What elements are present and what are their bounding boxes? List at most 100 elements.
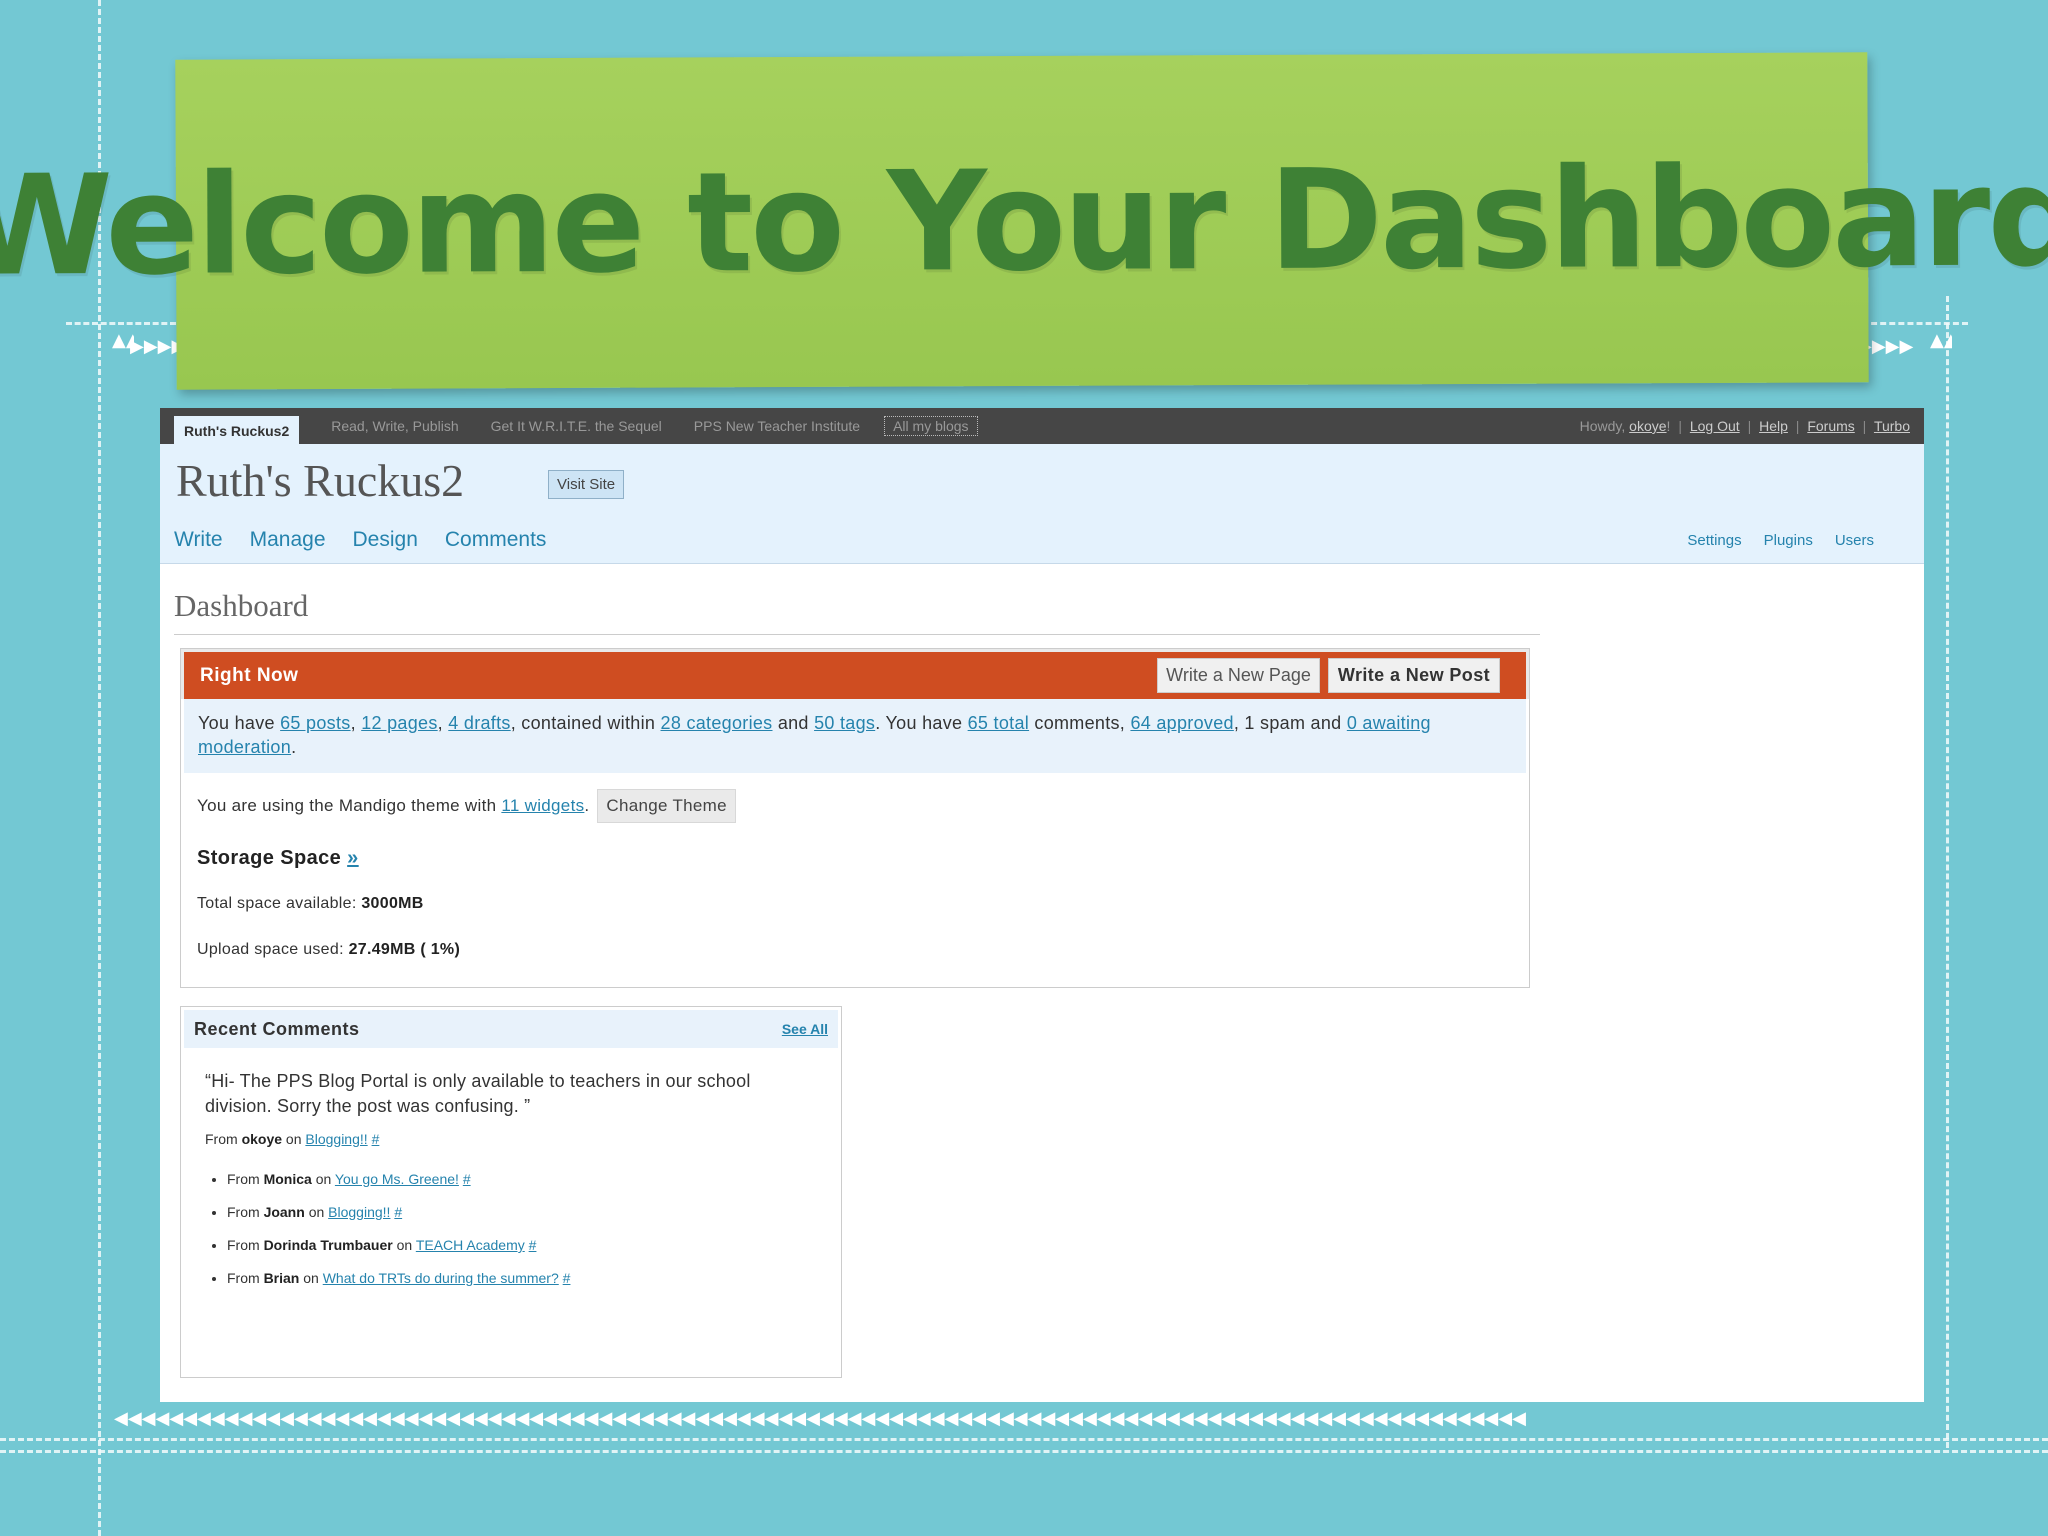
on-label: on	[396, 1237, 413, 1253]
from-label: From	[227, 1237, 260, 1253]
comment-author: Joann	[263, 1204, 305, 1220]
admin-bar-current-blog[interactable]: Ruth's Ruckus2	[174, 415, 300, 445]
title-divider	[174, 634, 1540, 635]
forums-link[interactable]: Forums	[1807, 418, 1854, 434]
side-menu: Settings Plugins Users	[1665, 532, 1874, 549]
comment-post-link[interactable]: What do TRTs do during the summer?	[323, 1270, 559, 1286]
summary-text: .	[291, 737, 297, 757]
admin-bar-blog-1[interactable]: Read, Write, Publish	[331, 418, 458, 434]
comment-permalink[interactable]: #	[563, 1270, 571, 1286]
storage-space-link[interactable]: »	[347, 847, 359, 869]
list-item: From Monica on You go Ms. Greene! #	[227, 1171, 570, 1204]
list-item: From Joann on Blogging!! #	[227, 1204, 570, 1237]
all-my-blogs-link[interactable]: All my blogs	[884, 416, 978, 436]
upload-space-used: Upload space used: 27.49MB ( 1%)	[197, 941, 460, 959]
visit-site-button[interactable]: Visit Site	[548, 470, 625, 499]
posts-link[interactable]: 65 posts	[280, 713, 350, 733]
tags-link[interactable]: 50 tags	[814, 713, 875, 733]
triangle-border-left: ▲▲▲▲▲▲▲▲▲▲▲▲▲▲▲▲▲▲▲▲▲▲▲▲▲▲▲▲▲▲▲▲▲▲▲▲▲▲▲▲…	[112, 330, 134, 351]
summary-text: You have	[198, 713, 275, 733]
comment-post-link[interactable]: You go Ms. Greene!	[335, 1171, 459, 1187]
help-link[interactable]: Help	[1759, 418, 1788, 434]
summary-text: . You have	[875, 713, 963, 733]
storage-heading-text: Storage Space	[197, 847, 342, 869]
from-label: From	[205, 1131, 238, 1147]
comment-author: Brian	[263, 1270, 300, 1286]
comment-permalink[interactable]: #	[463, 1171, 471, 1187]
from-label: From	[227, 1270, 260, 1286]
total-comments-link[interactable]: 65 total	[968, 713, 1029, 733]
theme-info: You are using the Mandigo theme with 11 …	[197, 789, 736, 823]
comment-permalink[interactable]: #	[394, 1204, 402, 1220]
comment-author: Monica	[263, 1171, 312, 1187]
comment-post-link[interactable]: Blogging!!	[305, 1131, 367, 1147]
admin-bar-blog-2[interactable]: Get It W.R.I.T.E. the Sequel	[491, 418, 662, 434]
wordpress-dashboard: Ruth's Ruckus2 Read, Write, Publish Get …	[160, 408, 1924, 1402]
comment-author: okoye	[241, 1131, 283, 1147]
admin-bar: Ruth's Ruckus2 Read, Write, Publish Get …	[160, 408, 1924, 445]
menu-settings[interactable]: Settings	[1687, 532, 1741, 549]
menu-users[interactable]: Users	[1835, 532, 1874, 549]
see-all-link[interactable]: See All	[782, 1021, 828, 1037]
wp-header: Ruth's Ruckus2 Visit Site Write Manage D…	[160, 444, 1924, 564]
drafts-link[interactable]: 4 drafts	[448, 713, 510, 733]
triangle-border-right: ▲▲▲▲▲▲▲▲▲▲▲▲▲▲▲▲▲▲▲▲▲▲▲▲▲▲▲▲▲▲▲▲▲▲▲▲▲▲▲▲…	[1930, 330, 1952, 351]
pages-link[interactable]: 12 pages	[361, 713, 437, 733]
comment-author: Dorinda Trumbauer	[263, 1237, 393, 1253]
comment-attribution: From okoye on Blogging!! #	[205, 1131, 379, 1147]
upload-space-label: Upload space used:	[197, 941, 344, 958]
write-new-page-button[interactable]: Write a New Page	[1157, 658, 1320, 693]
on-label: on	[303, 1270, 319, 1286]
triangle-border-top-right: ▶▶▶▶	[1858, 336, 1914, 357]
comment-post-link[interactable]: TEACH Academy	[416, 1237, 525, 1253]
comment-permalink[interactable]: #	[372, 1131, 380, 1147]
log-out-link[interactable]: Log Out	[1690, 418, 1740, 434]
menu-design[interactable]: Design	[353, 528, 418, 552]
menu-comments[interactable]: Comments	[445, 528, 547, 552]
summary-text: , contained within	[510, 713, 656, 733]
slide-title: Welcome to Your Dashboard	[0, 135, 2048, 307]
widgets-link[interactable]: 11 widgets	[501, 796, 584, 816]
upload-space-value: 27.49MB ( 1%)	[348, 941, 461, 958]
from-label: From	[227, 1171, 260, 1187]
turbo-link[interactable]: Turbo	[1874, 418, 1910, 434]
triangle-border-bottom: ◀◀◀◀◀◀◀◀◀◀◀◀◀◀◀◀◀◀◀◀◀◀◀◀◀◀◀◀◀◀◀◀◀◀◀◀◀◀◀◀…	[114, 1408, 1526, 1429]
summary-text: comments,	[1034, 713, 1126, 733]
stitch-line-bottom	[0, 1438, 2048, 1441]
comment-list: From Monica on You go Ms. Greene! # From…	[227, 1171, 570, 1303]
right-now-summary: You have 65 posts, 12 pages, 4 drafts, c…	[184, 699, 1526, 773]
right-now-box: Right Now Write a New Page Write a New P…	[180, 648, 1530, 988]
from-label: From	[227, 1204, 260, 1220]
approved-comments-link[interactable]: 64 approved	[1130, 713, 1233, 733]
recent-comments-box: Recent Comments See All “Hi- The PPS Blo…	[180, 1006, 842, 1378]
comment-post-link[interactable]: Blogging!!	[328, 1204, 390, 1220]
summary-text: and	[777, 713, 809, 733]
theme-text-end: .	[584, 796, 590, 815]
on-label: on	[285, 1131, 302, 1147]
change-theme-button[interactable]: Change Theme	[597, 789, 736, 823]
total-space: Total space available: 3000MB	[197, 895, 424, 913]
recent-comments-title: Recent Comments	[194, 1018, 360, 1039]
admin-bar-user-links: Howdy, okoye! | Log Out | Help | Forums …	[1579, 418, 1910, 434]
on-label: on	[315, 1171, 332, 1187]
stitch-line-bottom-2	[0, 1450, 2048, 1453]
recent-comments-header: Recent Comments See All	[184, 1010, 838, 1048]
on-label: on	[308, 1204, 325, 1220]
admin-bar-blog-3[interactable]: PPS New Teacher Institute	[694, 418, 860, 434]
list-item: From Dorinda Trumbauer on TEACH Academy …	[227, 1237, 570, 1270]
user-link[interactable]: okoye	[1629, 418, 1666, 434]
stitch-line-top-right	[1862, 322, 1968, 325]
right-now-title: Right Now	[200, 664, 299, 686]
right-now-header: Right Now Write a New Page Write a New P…	[181, 649, 1529, 699]
howdy-text: Howdy,	[1579, 418, 1626, 434]
categories-link[interactable]: 28 categories	[661, 713, 773, 733]
write-new-post-button[interactable]: Write a New Post	[1327, 658, 1500, 693]
comment-permalink[interactable]: #	[529, 1237, 537, 1253]
comment-excerpt: “Hi- The PPS Blog Portal is only availab…	[205, 1071, 751, 1116]
stitch-line-top	[66, 322, 176, 325]
menu-plugins[interactable]: Plugins	[1764, 532, 1813, 549]
list-item: From Brian on What do TRTs do during the…	[227, 1270, 570, 1303]
menu-manage[interactable]: Manage	[250, 528, 326, 552]
menu-write[interactable]: Write	[174, 528, 223, 552]
title-banner: Welcome to Your Dashboard	[0, 52, 2048, 390]
